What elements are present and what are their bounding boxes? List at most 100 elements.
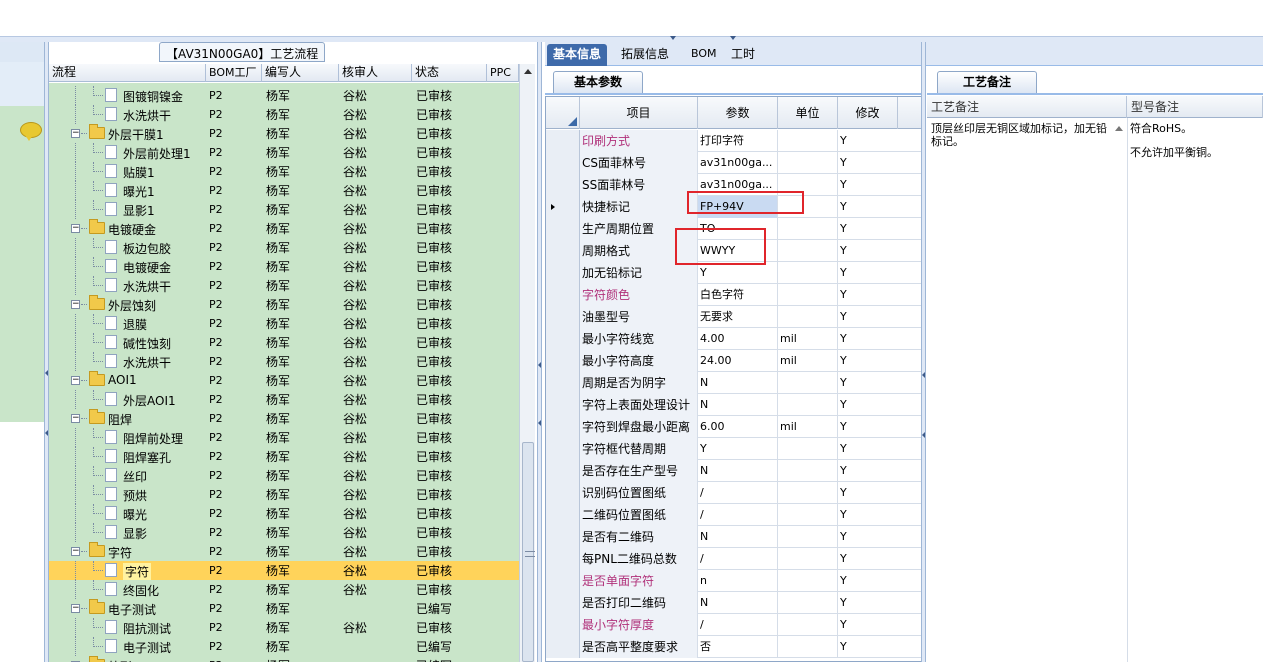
param-row[interactable]: 是否有二维码 N Y	[546, 526, 922, 548]
param-value-cell[interactable]: 白色字符	[698, 284, 778, 306]
tab-basic-info[interactable]: 基本信息	[547, 44, 608, 66]
param-value-cell[interactable]: 打印字符	[698, 130, 778, 152]
param-modify-cell[interactable]: Y	[838, 372, 922, 394]
param-value-cell[interactable]: 否	[698, 636, 778, 658]
param-row[interactable]: 是否单面字符 n Y	[546, 570, 922, 592]
param-modify-cell[interactable]: Y	[838, 526, 922, 548]
param-value-cell[interactable]: /	[698, 548, 778, 570]
tree-node-label[interactable]: 贴膜1	[123, 164, 155, 181]
tree-row[interactable]: 外层前处理1 P2 杨军 谷松 已审核	[49, 143, 519, 162]
row-header[interactable]	[546, 130, 580, 152]
note-scroll-up-icon[interactable]	[1115, 126, 1123, 131]
tree-row[interactable]: 电镀硬金 P2 杨军 谷松 已审核	[49, 257, 519, 276]
param-row[interactable]: 字符上表面处理设计 N Y	[546, 394, 922, 416]
col-process-note[interactable]: 工艺备注	[927, 96, 1127, 118]
param-value-cell[interactable]: 6.00	[698, 416, 778, 438]
row-header[interactable]	[546, 614, 580, 636]
row-header[interactable]	[546, 152, 580, 174]
tree-node-label[interactable]: 板边包胶	[123, 240, 171, 257]
row-header[interactable]	[546, 548, 580, 570]
param-row[interactable]: 每PNL二维码总数 / Y	[546, 548, 922, 570]
param-value-cell[interactable]: Y	[698, 262, 778, 284]
col-flow[interactable]: 流程	[49, 64, 206, 82]
param-row[interactable]: 加无铅标记 Y Y	[546, 262, 922, 284]
comment-bubble-icon[interactable]	[20, 122, 42, 141]
param-row[interactable]: CS面菲林号 av31n00ga... Y	[546, 152, 922, 174]
tree-row[interactable]: − 电镀硬金 P2 杨军 谷松 已审核	[49, 219, 519, 238]
tree-row[interactable]: 阻焊塞孔 P2 杨军 谷松 已审核	[49, 447, 519, 466]
collapse-icon[interactable]: −	[71, 300, 80, 309]
row-header[interactable]	[546, 240, 580, 262]
tree-row[interactable]: 阻抗测试 P2 杨军 谷松 已审核	[49, 618, 519, 637]
collapse-icon[interactable]: −	[71, 224, 80, 233]
tree-node-label[interactable]: 终固化	[123, 582, 159, 599]
param-row[interactable]: 是否高平整度要求否 Y	[546, 636, 922, 658]
param-value-cell[interactable]: /	[698, 504, 778, 526]
col-status[interactable]: 状态	[412, 64, 487, 82]
param-modify-cell[interactable]: Y	[838, 394, 922, 416]
tree-node-label[interactable]: 阻焊前处理	[123, 430, 183, 447]
param-value-cell[interactable]: N	[698, 372, 778, 394]
tree-node-label[interactable]: 水洗烘干	[123, 278, 171, 295]
param-value-cell[interactable]: N	[698, 592, 778, 614]
param-modify-cell[interactable]: Y	[838, 592, 922, 614]
collapse-icon[interactable]: −	[71, 604, 80, 613]
param-value-cell[interactable]: /	[698, 614, 778, 636]
row-header[interactable]	[546, 328, 580, 350]
tree-node-label[interactable]: 外形	[108, 658, 132, 662]
param-modify-cell[interactable]: Y	[838, 504, 922, 526]
param-modify-cell[interactable]: Y	[838, 570, 922, 592]
tree-node-label[interactable]: 字符	[123, 563, 152, 580]
param-row[interactable]: 识别码位置图纸 / Y	[546, 482, 922, 504]
tree-node-label[interactable]: 丝印	[123, 468, 147, 485]
tree-row[interactable]: 显影 P2 杨军 谷松 已审核	[49, 523, 519, 542]
tree-row[interactable]: − 外层干膜1 P2 杨军 谷松 已审核	[49, 124, 519, 143]
tree-node-label[interactable]: 电子测试	[108, 601, 156, 618]
scroll-up-arrow-icon[interactable]	[524, 69, 532, 74]
param-modify-cell[interactable]: Y	[838, 438, 922, 460]
param-value-cell[interactable]: 无要求	[698, 306, 778, 328]
param-value-cell[interactable]: av31n00ga...	[698, 152, 778, 174]
row-header[interactable]	[546, 196, 580, 218]
param-modify-cell[interactable]: Y	[838, 306, 922, 328]
model-note-text-1[interactable]: 符合RoHS。	[1130, 122, 1260, 135]
param-modify-cell[interactable]: Y	[838, 284, 922, 306]
tree-row[interactable]: 退膜 P2 杨军 谷松 已审核	[49, 314, 519, 333]
tree-row[interactable]: 板边包胶 P2 杨军 谷松 已审核	[49, 238, 519, 257]
col-param[interactable]: 参数	[698, 97, 778, 129]
tab-process-notes[interactable]: 工艺备注	[937, 71, 1037, 93]
tree-row[interactable]: 阻焊前处理 P2 杨军 谷松 已审核	[49, 428, 519, 447]
param-row[interactable]: 最小字符高度 24.00 mil Y	[546, 350, 922, 372]
tree-node-label[interactable]: 阻焊塞孔	[123, 449, 171, 466]
param-modify-cell[interactable]: Y	[838, 130, 922, 152]
tree-node-label[interactable]: 电镀硬金	[123, 259, 171, 276]
splitter-arrow-icon[interactable]	[670, 36, 676, 40]
param-modify-cell[interactable]: Y	[838, 460, 922, 482]
row-header[interactable]	[546, 416, 580, 438]
param-value-cell[interactable]: n	[698, 570, 778, 592]
row-header[interactable]	[546, 504, 580, 526]
tree-row[interactable]: 曝光1 P2 杨军 谷松 已审核	[49, 181, 519, 200]
tree-node-label[interactable]: 字符	[108, 544, 132, 561]
col-modify[interactable]: 修改	[838, 97, 898, 129]
param-row[interactable]: 是否存在生产型号 N Y	[546, 460, 922, 482]
tree-node-label[interactable]: 电子测试	[123, 639, 171, 656]
tree-row[interactable]: 图镀铜镍金 P2 杨军 谷松 已审核	[49, 86, 519, 105]
tab-basic-params[interactable]: 基本参数	[553, 71, 643, 93]
collapse-icon[interactable]: −	[71, 376, 80, 385]
param-row[interactable]: 字符框代替周期 Y Y	[546, 438, 922, 460]
param-modify-cell[interactable]: Y	[838, 262, 922, 284]
tree-row[interactable]: 水洗烘干 P2 杨军 谷松 已审核	[49, 276, 519, 295]
param-modify-cell[interactable]: Y	[838, 240, 922, 262]
tree-row[interactable]: − 外层蚀刻 P2 杨军 谷松 已审核	[49, 295, 519, 314]
tree-node-label[interactable]: 阻焊	[108, 411, 132, 428]
row-header[interactable]	[546, 218, 580, 240]
tree-row[interactable]: 字符 P2 杨军 谷松 已审核	[49, 561, 519, 580]
col-item[interactable]: 项目	[580, 97, 698, 129]
param-row[interactable]: 字符颜色 白色字符 Y	[546, 284, 922, 306]
tab-extended-info[interactable]: 拓展信息	[615, 44, 675, 66]
col-reviewer[interactable]: 核审人	[339, 64, 412, 82]
col-unit[interactable]: 单位	[778, 97, 838, 129]
tree-row[interactable]: 显影1 P2 杨军 谷松 已审核	[49, 200, 519, 219]
param-modify-cell[interactable]: Y	[838, 328, 922, 350]
